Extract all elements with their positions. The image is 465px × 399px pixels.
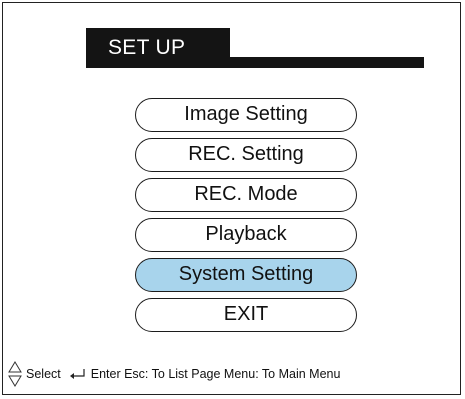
up-down-arrows-icon — [8, 361, 22, 387]
menu-item-rec-mode[interactable]: REC. Mode — [135, 178, 357, 212]
menu-item-rec-setting[interactable]: REC. Setting — [135, 138, 357, 172]
menu-item-exit[interactable]: EXIT — [135, 298, 357, 332]
select-hint-label: Select — [26, 367, 61, 381]
menu-item-image-setting[interactable]: Image Setting — [135, 98, 357, 132]
title-underline-bar — [86, 57, 424, 68]
menu-item-playback[interactable]: Playback — [135, 218, 357, 252]
enter-arrow-icon — [69, 368, 87, 380]
setup-menu: Image Setting REC. Setting REC. Mode Pla… — [135, 98, 357, 338]
key-hint-footer: Select Enter Esc: To List Page Menu: To … — [8, 360, 340, 388]
menu-item-system-setting[interactable]: System Setting — [135, 258, 357, 292]
enter-esc-menu-hint: Enter Esc: To List Page Menu: To Main Me… — [90, 367, 341, 381]
